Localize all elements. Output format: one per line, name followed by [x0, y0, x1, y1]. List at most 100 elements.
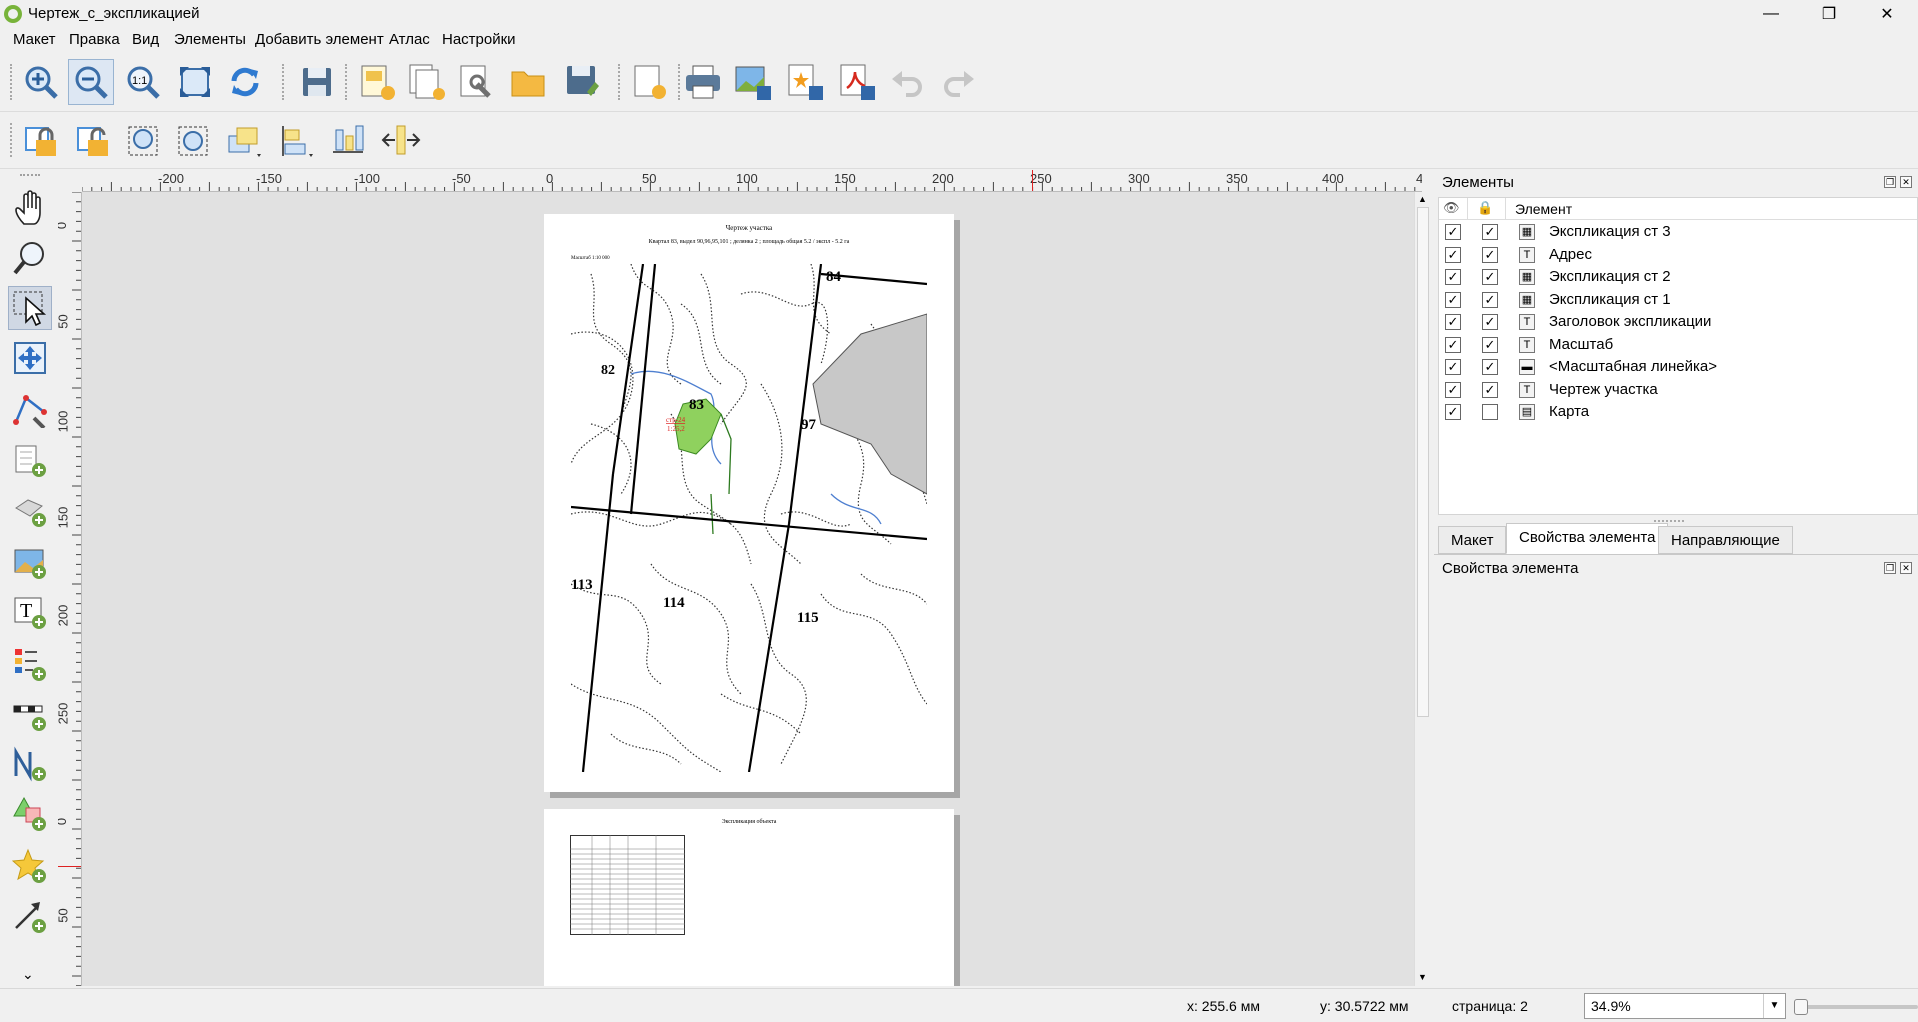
visibility-checkbox[interactable]: ✓ — [1445, 336, 1461, 353]
map-frame[interactable]: 82 83 84 97 113 114 115 стр-24 1:25,2 — [571, 264, 927, 772]
lock-checkbox[interactable]: ✓ — [1482, 381, 1498, 398]
export-image-icon[interactable] — [730, 59, 776, 105]
redo-icon[interactable] — [936, 59, 982, 105]
zoom-in-icon[interactable] — [18, 59, 64, 105]
add-pages-icon[interactable] — [626, 59, 672, 105]
menu-add-item[interactable]: Добавить элемент — [255, 31, 384, 48]
layout-page-1[interactable]: Чертеж участка Квартал 83, выдел 90,96,9… — [544, 214, 954, 792]
float-panel-icon[interactable]: ❐ — [1884, 562, 1896, 574]
unlock-items-icon[interactable] — [70, 118, 116, 164]
add-arrow-icon[interactable] — [8, 894, 52, 938]
visibility-checkbox[interactable]: ✓ — [1445, 314, 1461, 330]
save-icon[interactable] — [294, 59, 340, 105]
lock-checkbox[interactable]: ✓ — [1482, 336, 1498, 353]
item-row[interactable]: ✓ ▤ Карта — [1439, 401, 1917, 423]
scroll-down-icon[interactable]: ▼ — [1418, 972, 1427, 982]
lock-checkbox[interactable]: ✓ — [1482, 269, 1498, 285]
layout-page-2[interactable]: Экспликация объекта — [544, 809, 954, 986]
add-scalebar-icon[interactable] — [8, 692, 52, 736]
zoom-slider-handle[interactable] — [1794, 999, 1808, 1015]
zoom-slider[interactable] — [1794, 999, 1918, 1015]
ungroup-items-icon[interactable] — [170, 118, 216, 164]
item-row[interactable]: ✓ ✓ T Масштаб — [1439, 334, 1917, 356]
menu-layout[interactable]: Макет — [13, 31, 55, 48]
more-tools-chevron-icon[interactable]: ⌄ — [22, 966, 34, 983]
open-folder-icon[interactable] — [506, 59, 552, 105]
lock-checkbox[interactable]: ✓ — [1482, 291, 1498, 308]
item-row[interactable]: ✓ ✓ ▦ Экспликация ст 1 — [1439, 289, 1917, 311]
lock-items-icon[interactable] — [18, 118, 64, 164]
save-as-template-icon[interactable] — [560, 59, 606, 105]
maximize-button[interactable]: ❐ — [1800, 0, 1858, 28]
move-content-icon[interactable] — [8, 336, 52, 380]
explication-table[interactable] — [570, 835, 685, 935]
column-header[interactable]: Элемент — [1515, 201, 1572, 217]
zoom-full-icon[interactable] — [172, 59, 218, 105]
menu-edit[interactable]: Правка — [69, 31, 120, 48]
add-3d-map-icon[interactable] — [8, 488, 52, 532]
visibility-checkbox[interactable]: ✓ — [1445, 291, 1461, 308]
tab-layout[interactable]: Макет — [1438, 526, 1507, 554]
add-picture-icon[interactable] — [8, 540, 52, 584]
splitter-grip[interactable] — [1654, 520, 1684, 522]
tab-item-properties[interactable]: Свойства элемента — [1506, 523, 1669, 554]
resize-icon[interactable] — [378, 118, 424, 164]
add-label-icon[interactable]: T — [8, 590, 52, 634]
lock-checkbox[interactable]: ✓ — [1482, 224, 1498, 240]
chevron-down-icon[interactable]: ▼ — [1763, 994, 1785, 1018]
add-marker-icon[interactable] — [8, 844, 52, 888]
print-icon[interactable] — [680, 59, 726, 105]
zoom-actual-icon[interactable]: 1:1 — [120, 59, 166, 105]
zoom-out-icon[interactable] — [68, 59, 114, 105]
lock-checkbox[interactable]: ✓ — [1482, 246, 1498, 263]
export-svg-icon[interactable] — [782, 59, 828, 105]
item-row[interactable]: ✓ ✓ ▦ Экспликация ст 2 — [1439, 266, 1917, 288]
tab-guides[interactable]: Направляющие — [1658, 526, 1793, 554]
menu-items[interactable]: Элементы — [174, 31, 246, 48]
add-map-icon[interactable] — [8, 438, 52, 482]
lock-checkbox[interactable] — [1482, 404, 1498, 420]
visibility-checkbox[interactable]: ✓ — [1445, 404, 1461, 420]
add-legend-icon[interactable] — [8, 642, 52, 686]
select-tool-icon[interactable] — [8, 286, 52, 330]
zoom-value[interactable]: 34.9% — [1591, 998, 1631, 1014]
visibility-checkbox[interactable]: ✓ — [1445, 381, 1461, 398]
close-button[interactable]: ✕ — [1858, 0, 1916, 28]
layout-manager-icon[interactable] — [454, 59, 500, 105]
visibility-checkbox[interactable]: ✓ — [1445, 269, 1461, 285]
menu-settings[interactable]: Настройки — [442, 31, 516, 48]
duplicate-layout-icon[interactable] — [404, 59, 450, 105]
item-row[interactable]: ✓ ✓ ▬ <Масштабная линейка> — [1439, 356, 1917, 378]
group-items-icon[interactable] — [120, 118, 166, 164]
add-shape-icon[interactable] — [8, 792, 52, 836]
menu-atlas[interactable]: Атлас — [389, 31, 430, 48]
scroll-up-icon[interactable]: ▲ — [1418, 194, 1427, 204]
lock-checkbox[interactable]: ✓ — [1482, 314, 1498, 330]
close-panel-icon[interactable]: ✕ — [1900, 562, 1912, 574]
scrollbar-thumb[interactable] — [1417, 207, 1429, 717]
minimize-button[interactable]: — — [1742, 0, 1800, 28]
canvas-vertical-scrollbar[interactable]: ▲ ▼ — [1414, 192, 1430, 986]
new-layout-icon[interactable] — [354, 59, 400, 105]
layout-canvas[interactable]: Чертеж участка Квартал 83, выдел 90,96,9… — [82, 192, 1414, 986]
float-panel-icon[interactable]: ❐ — [1884, 176, 1896, 188]
zoom-tool-icon[interactable] — [8, 236, 52, 280]
pan-tool-icon[interactable] — [8, 186, 52, 230]
distribute-icon[interactable] — [326, 118, 372, 164]
item-row[interactable]: ✓ ✓ T Чертеж участка — [1439, 379, 1917, 401]
item-row[interactable]: ✓ ✓ T Заголовок экспликации — [1439, 311, 1917, 333]
zoom-combobox[interactable]: 34.9% ▼ — [1584, 993, 1786, 1019]
visibility-checkbox[interactable]: ✓ — [1445, 246, 1461, 263]
menu-view[interactable]: Вид — [132, 31, 159, 48]
item-row[interactable]: ✓ ✓ T Адрес — [1439, 244, 1917, 266]
align-left-icon[interactable] — [274, 118, 320, 164]
add-north-arrow-icon[interactable] — [8, 742, 52, 786]
export-pdf-icon[interactable] — [834, 59, 880, 105]
items-list[interactable]: 👁 🔒 Элемент ✓ ✓ ▦ Экспликация ст 3 ✓ ✓ T Адрес ✓… — [1438, 197, 1918, 515]
lock-checkbox[interactable]: ✓ — [1482, 359, 1498, 375]
raise-items-icon[interactable] — [222, 118, 268, 164]
visibility-checkbox[interactable]: ✓ — [1445, 359, 1461, 375]
undo-icon[interactable] — [884, 59, 930, 105]
close-panel-icon[interactable]: ✕ — [1900, 176, 1912, 188]
refresh-icon[interactable] — [222, 59, 268, 105]
